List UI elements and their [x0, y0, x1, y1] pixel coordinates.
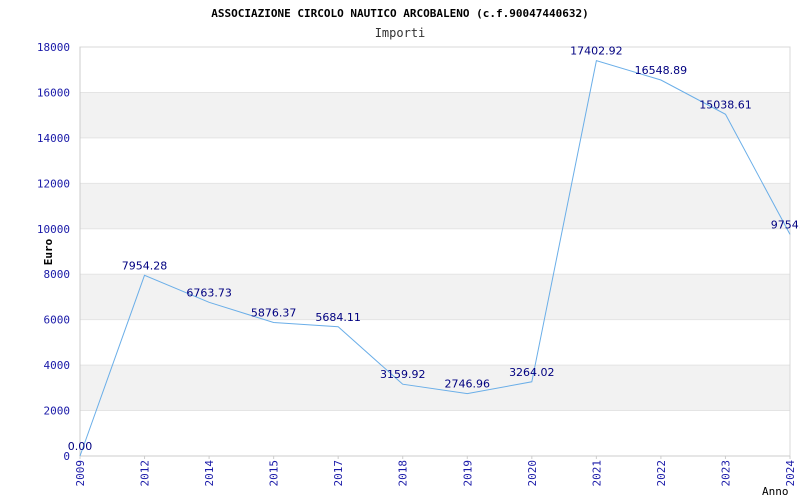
data-label: 6763.73 [186, 286, 232, 299]
data-label: 3264.02 [509, 366, 555, 379]
data-label: 16548.89 [635, 64, 688, 77]
y-tick-label: 2000 [44, 405, 71, 418]
x-tick-label: 2018 [397, 460, 410, 487]
x-tick-label: 2017 [332, 460, 345, 487]
data-label: 5684.11 [315, 311, 361, 324]
y-tick-label: 10000 [37, 223, 70, 236]
y-tick-label: 14000 [37, 132, 70, 145]
x-tick-label: 2009 [74, 460, 87, 487]
y-tick-label: 6000 [44, 314, 71, 327]
y-tick-label: 8000 [44, 268, 71, 281]
x-tick-label: 2024 [784, 460, 797, 487]
y-tick-label: 4000 [44, 359, 71, 372]
data-label: 15038.61 [699, 98, 752, 111]
data-label: 5876.37 [251, 306, 297, 319]
y-tick-label: 12000 [37, 177, 70, 190]
grid-band [80, 183, 790, 229]
data-label: 17402.92 [570, 45, 623, 58]
data-label: 0.00 [68, 440, 93, 453]
x-tick-label: 2015 [268, 460, 281, 487]
x-tick-labels: 2009 2012 2014 2015 2017 2018 2019 2020 2021 2022… [74, 456, 797, 487]
x-tick-label: 2022 [655, 460, 668, 487]
x-tick-label: 2020 [526, 460, 539, 487]
grid-band [80, 365, 790, 411]
data-label: 9754.4 [771, 218, 800, 231]
x-axis-label: Anno [762, 485, 789, 498]
line-chart: 0200040006000800010000120001400016000180… [37, 7, 800, 498]
x-tick-label: 2014 [203, 460, 216, 487]
data-label: 2746.96 [445, 378, 491, 391]
x-tick-label: 2012 [139, 460, 152, 487]
y-tick-label: 18000 [37, 41, 70, 54]
y-axis-label: Euro [42, 238, 55, 265]
x-tick-label: 2019 [461, 460, 474, 487]
grid-bands [80, 92, 790, 411]
y-tick-label: 16000 [37, 86, 70, 99]
chart-title: ASSOCIAZIONE CIRCOLO NAUTICO ARCOBALENO … [211, 7, 589, 20]
x-tick-label: 2021 [590, 460, 603, 487]
x-tick-label: 2023 [719, 460, 732, 487]
chart-subtitle: Importi [375, 26, 426, 40]
grid-band [80, 92, 790, 138]
data-label: 3159.92 [380, 368, 426, 381]
data-label: 7954.28 [122, 259, 168, 272]
